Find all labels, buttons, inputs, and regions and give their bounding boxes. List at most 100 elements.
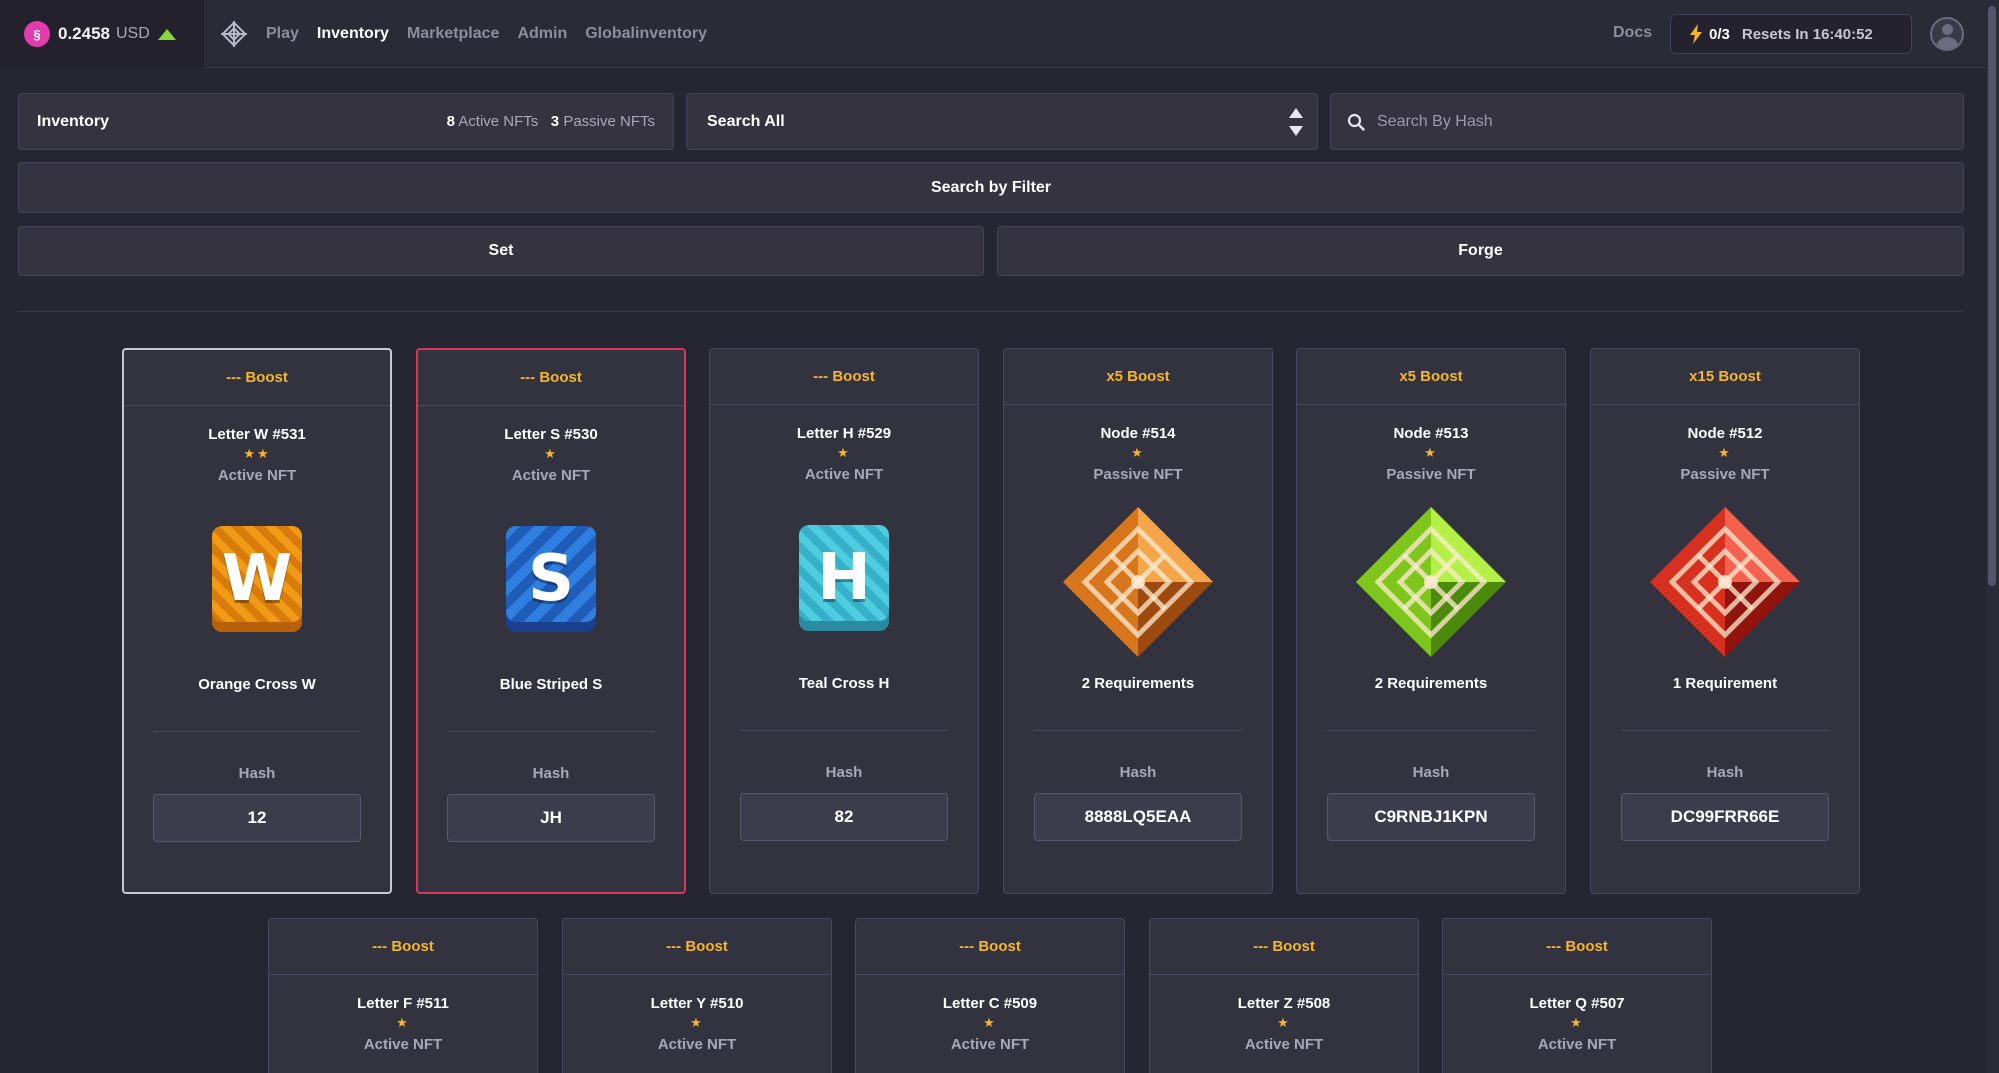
hash-label: Hash bbox=[1119, 764, 1157, 781]
card-description: Teal Cross H bbox=[798, 675, 890, 692]
card-title: Letter S #530 bbox=[504, 426, 598, 443]
scrollbar-thumb[interactable] bbox=[1988, 6, 1996, 586]
card-boost-label: x15 Boost bbox=[1591, 349, 1859, 405]
hash-label: Hash bbox=[1706, 764, 1744, 781]
card-boost-label: x5 Boost bbox=[1297, 349, 1565, 405]
node-diamond-icon bbox=[1356, 507, 1506, 662]
forge-button[interactable]: Forge bbox=[997, 226, 1964, 276]
card-title: Letter H #529 bbox=[796, 425, 892, 442]
card-star-rating: ★ bbox=[837, 445, 851, 460]
card-description: Blue Striped S bbox=[499, 676, 603, 693]
card-hash-value[interactable]: 12 bbox=[153, 794, 361, 842]
docs-link[interactable]: Docs bbox=[1613, 24, 1652, 42]
nft-card[interactable]: --- Boost Letter W #531 ★★ Active NFT W … bbox=[122, 348, 392, 894]
hash-search-input[interactable] bbox=[1377, 112, 1877, 131]
hash-label: Hash bbox=[238, 765, 276, 782]
card-divider bbox=[153, 731, 361, 732]
card-type: Active NFT bbox=[217, 467, 297, 484]
node-diamond-icon bbox=[1650, 507, 1800, 662]
active-nft-label: Active NFTs bbox=[458, 113, 539, 130]
card-hash-value[interactable]: C9RNBJ1KPN bbox=[1327, 793, 1535, 841]
card-type: Active NFT bbox=[363, 1036, 443, 1053]
card-boost-label: --- Boost bbox=[1443, 919, 1711, 975]
card-type: Active NFT bbox=[657, 1036, 737, 1053]
search-icon bbox=[1347, 113, 1365, 131]
search-scope-select[interactable]: Search All bbox=[686, 93, 1318, 150]
nft-card[interactable]: --- Boost Letter Z #508 ★ Active NFT bbox=[1149, 918, 1419, 1073]
nav-play[interactable]: Play bbox=[266, 25, 299, 43]
nft-card[interactable]: --- Boost Letter F #511 ★ Active NFT bbox=[268, 918, 538, 1073]
card-title: Letter F #511 bbox=[357, 995, 449, 1012]
energy-reset-timer: Resets In 16:40:52 bbox=[1741, 25, 1873, 43]
card-title: Node #512 bbox=[1687, 425, 1763, 442]
active-nft-count: 8 bbox=[446, 113, 455, 130]
card-star-rating: ★★ bbox=[243, 446, 271, 461]
card-type: Passive NFT bbox=[1680, 466, 1770, 483]
hash-label: Hash bbox=[825, 764, 863, 781]
card-artwork bbox=[1650, 507, 1800, 657]
node-diamond-icon bbox=[1063, 507, 1213, 662]
top-navbar: § 0.2458 USD Play Inventory Marketplace … bbox=[0, 0, 1999, 68]
nft-card[interactable]: x15 Boost Node #512 ★ Passive NFT 1 Requ… bbox=[1590, 348, 1860, 894]
hash-search-box bbox=[1330, 93, 1964, 150]
page-scrollbar[interactable] bbox=[1986, 0, 1999, 1073]
nft-card[interactable]: --- Boost Letter Y #510 ★ Active NFT bbox=[562, 918, 832, 1073]
card-star-rating: ★ bbox=[690, 1015, 704, 1030]
card-artwork: S bbox=[476, 508, 626, 658]
passive-nft-count: 3 bbox=[550, 113, 560, 130]
card-boost-label: --- Boost bbox=[710, 349, 978, 405]
nft-card[interactable]: --- Boost Letter S #530 ★ Active NFT S B… bbox=[416, 348, 686, 894]
card-type: Active NFT bbox=[1537, 1036, 1617, 1053]
card-boost-label: --- Boost bbox=[856, 919, 1124, 975]
nav-globalinventory[interactable]: Globalinventory bbox=[585, 25, 707, 43]
card-description: Orange Cross W bbox=[198, 676, 316, 693]
search-by-filter-button[interactable]: Search by Filter bbox=[18, 162, 1964, 213]
card-artwork: W bbox=[182, 508, 332, 658]
passive-nft-label: Passive NFTs bbox=[563, 113, 655, 130]
card-star-rating: ★ bbox=[396, 1015, 410, 1030]
card-star-rating: ★ bbox=[1131, 445, 1145, 460]
card-hash-value[interactable]: DC99FRR66E bbox=[1621, 793, 1829, 841]
card-description: 2 Requirements bbox=[1081, 675, 1195, 692]
card-type: Active NFT bbox=[950, 1036, 1030, 1053]
nav-admin[interactable]: Admin bbox=[517, 25, 567, 43]
nft-card[interactable]: --- Boost Letter H #529 ★ Active NFT H T… bbox=[709, 348, 979, 894]
hash-label: Hash bbox=[532, 765, 570, 782]
search-scope-value: Search All bbox=[707, 112, 785, 130]
card-type: Active NFT bbox=[1244, 1036, 1324, 1053]
card-divider bbox=[1327, 730, 1535, 731]
card-description: 1 Requirement bbox=[1672, 675, 1778, 692]
inventory-title: Inventory bbox=[37, 112, 110, 130]
card-boost-label: --- Boost bbox=[124, 350, 390, 406]
nft-card[interactable]: x5 Boost Node #513 ★ Passive NFT 2 Requi… bbox=[1296, 348, 1566, 894]
token-price-currency: USD bbox=[116, 25, 150, 42]
card-star-rating: ★ bbox=[1570, 1015, 1584, 1030]
energy-status: 0/3 Resets In 16:40:52 bbox=[1670, 14, 1912, 54]
card-star-rating: ★ bbox=[1277, 1015, 1291, 1030]
card-type: Passive NFT bbox=[1093, 466, 1183, 483]
letter-s-tile-icon: S bbox=[506, 526, 596, 632]
nft-card[interactable]: --- Boost Letter Q #507 ★ Active NFT bbox=[1442, 918, 1712, 1073]
section-divider bbox=[18, 311, 1964, 312]
nft-card[interactable]: --- Boost Letter C #509 ★ Active NFT bbox=[855, 918, 1125, 1073]
nft-card[interactable]: x5 Boost Node #514 ★ Passive NFT 2 Requi… bbox=[1003, 348, 1273, 894]
card-hash-value[interactable]: 82 bbox=[740, 793, 948, 841]
card-boost-label: --- Boost bbox=[1150, 919, 1418, 975]
card-hash-value[interactable]: 8888LQ5EAA bbox=[1034, 793, 1242, 841]
card-hash-value[interactable]: JH bbox=[447, 794, 655, 842]
card-title: Letter Y #510 bbox=[650, 995, 744, 1012]
nav-marketplace[interactable]: Marketplace bbox=[407, 25, 500, 43]
set-button[interactable]: Set bbox=[18, 226, 984, 276]
card-title: Letter Z #508 bbox=[1237, 995, 1331, 1012]
card-boost-label: --- Boost bbox=[418, 350, 684, 406]
price-up-arrow-icon bbox=[157, 28, 176, 40]
card-type: Passive NFT bbox=[1386, 466, 1476, 483]
card-title: Letter W #531 bbox=[208, 426, 306, 443]
energy-count: 0/3 bbox=[1709, 25, 1730, 43]
nav-inventory[interactable]: Inventory bbox=[317, 25, 389, 43]
hash-label: Hash bbox=[1412, 764, 1450, 781]
app-logo-icon[interactable] bbox=[220, 20, 248, 48]
card-divider bbox=[1621, 730, 1829, 731]
card-artwork bbox=[1063, 507, 1213, 657]
user-avatar-icon[interactable] bbox=[1930, 17, 1964, 51]
